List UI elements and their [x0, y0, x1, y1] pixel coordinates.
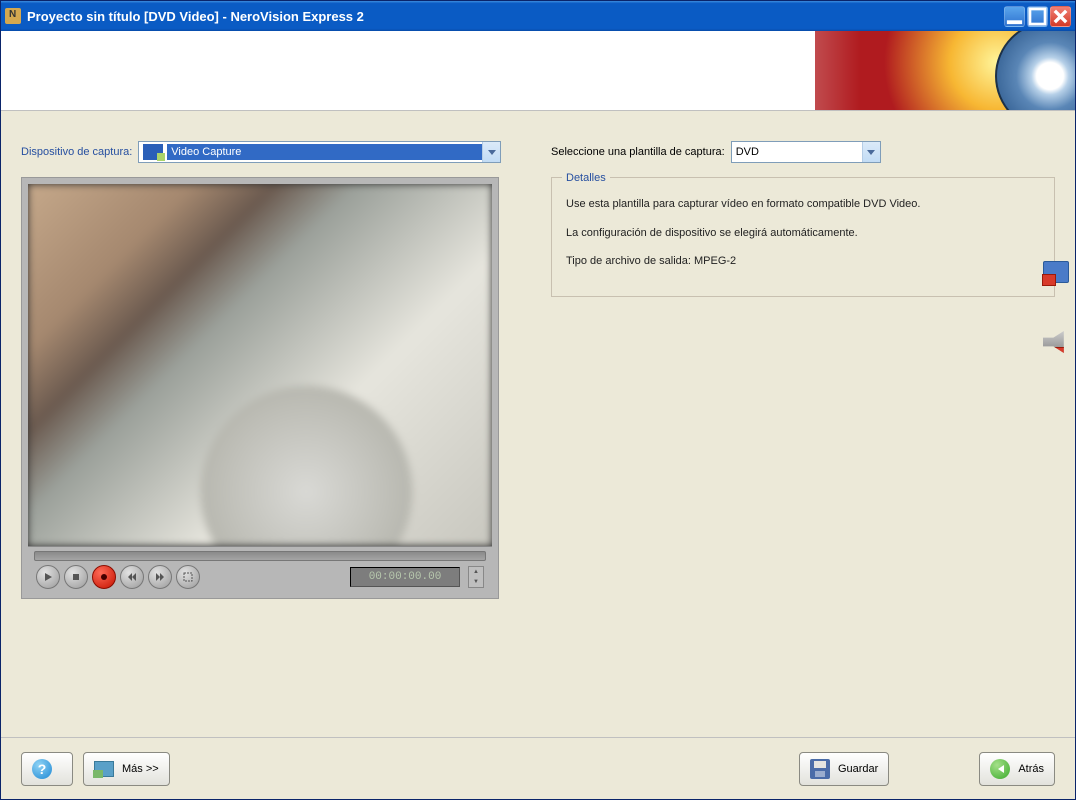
- preview-image: [28, 184, 492, 546]
- save-icon: [810, 759, 830, 779]
- play-button[interactable]: [36, 565, 60, 589]
- stop-button[interactable]: [64, 565, 88, 589]
- side-tool-icons: [1043, 261, 1069, 353]
- more-icon: [94, 761, 114, 777]
- save-button[interactable]: Guardar: [799, 752, 889, 786]
- forward-button[interactable]: [148, 565, 172, 589]
- minimize-button[interactable]: [1004, 6, 1025, 27]
- help-button[interactable]: ?: [21, 752, 73, 786]
- content-area: Dispositivo de captura: Video Capture: [1, 111, 1075, 737]
- capture-device-icon: [143, 144, 163, 160]
- timecode-stepper[interactable]: ▲▼: [468, 566, 484, 588]
- app-icon: [5, 8, 21, 24]
- header-art: [815, 31, 1075, 110]
- device-label: Dispositivo de captura:: [21, 146, 132, 158]
- details-text-3: Tipo de archivo de salida: MPEG-2: [566, 253, 1040, 270]
- maximize-button[interactable]: [1027, 6, 1048, 27]
- chevron-down-icon[interactable]: [482, 142, 500, 162]
- template-value: DVD: [732, 144, 862, 160]
- rewind-button[interactable]: [120, 565, 144, 589]
- right-column: Seleccione una plantilla de captura: DVD…: [551, 141, 1055, 721]
- video-preview-panel: 00:00:00.00 ▲▼: [21, 177, 499, 599]
- header-banner: Capture Video Select a device and captur…: [1, 31, 1075, 111]
- template-label: Seleccione una plantilla de captura:: [551, 146, 725, 158]
- video-settings-icon[interactable]: [1043, 261, 1069, 283]
- help-icon: ?: [32, 759, 52, 779]
- left-column: Dispositivo de captura: Video Capture: [21, 141, 501, 721]
- details-legend: Detalles: [562, 170, 610, 187]
- disc-icon: [995, 31, 1075, 111]
- window-controls: [1004, 6, 1071, 27]
- playback-toolbar: 00:00:00.00 ▲▼: [28, 546, 492, 592]
- template-combo[interactable]: DVD: [731, 141, 881, 163]
- details-text-1: Use esta plantilla para capturar vídeo e…: [566, 196, 1040, 213]
- titlebar[interactable]: Proyecto sin título [DVD Video] - NeroVi…: [1, 1, 1075, 31]
- record-button[interactable]: [92, 565, 116, 589]
- video-preview: [28, 184, 492, 546]
- app-window: Proyecto sin título [DVD Video] - NeroVi…: [0, 0, 1076, 800]
- footer-bar: ? Más >> Guardar Atrás: [1, 737, 1075, 799]
- device-value: Video Capture: [167, 144, 482, 160]
- audio-settings-icon[interactable]: [1043, 331, 1069, 353]
- seek-slider[interactable]: [34, 551, 486, 561]
- more-label: Más >>: [122, 763, 159, 775]
- details-text-2: La configuración de dispositivo se elegi…: [566, 225, 1040, 242]
- timecode-display: 00:00:00.00: [350, 567, 460, 587]
- back-button[interactable]: Atrás: [979, 752, 1055, 786]
- details-panel: Detalles Use esta plantilla para captura…: [551, 177, 1055, 297]
- close-button[interactable]: [1050, 6, 1071, 27]
- back-arrow-icon: [990, 759, 1010, 779]
- fullscreen-button[interactable]: [176, 565, 200, 589]
- chevron-down-icon[interactable]: [862, 142, 880, 162]
- template-field: Seleccione una plantilla de captura: DVD: [551, 141, 1055, 163]
- save-label: Guardar: [838, 763, 878, 775]
- device-combo[interactable]: Video Capture: [138, 141, 501, 163]
- back-label: Atrás: [1018, 763, 1044, 775]
- window-title: Proyecto sin título [DVD Video] - NeroVi…: [27, 9, 1004, 24]
- more-button[interactable]: Más >>: [83, 752, 170, 786]
- device-field: Dispositivo de captura: Video Capture: [21, 141, 501, 163]
